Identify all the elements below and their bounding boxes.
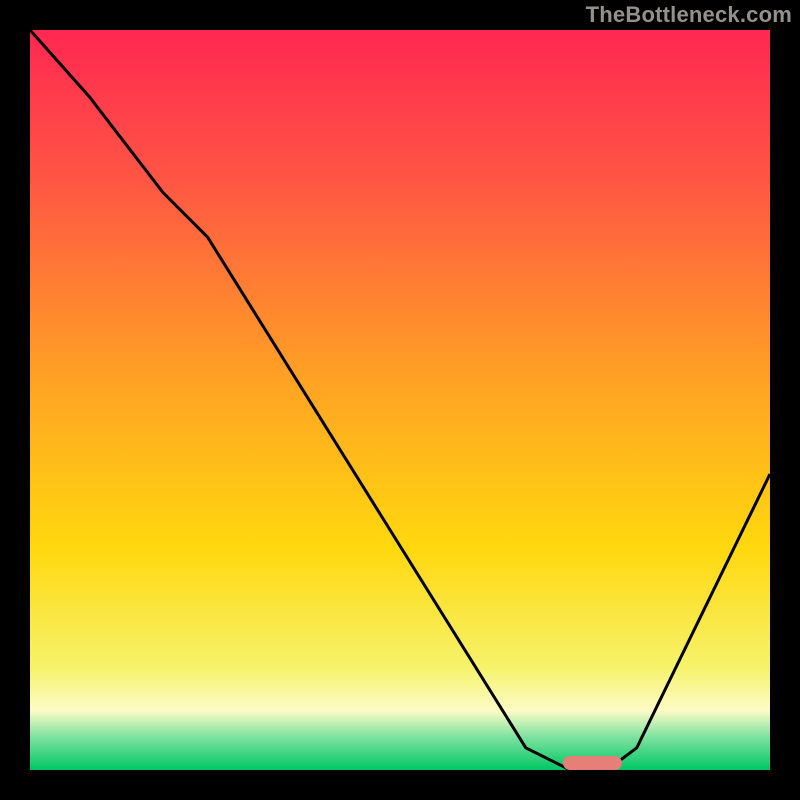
bottleneck-curve bbox=[30, 30, 770, 770]
curve-layer bbox=[30, 30, 770, 770]
chart-frame: TheBottleneck.com bbox=[0, 0, 800, 800]
watermark-text: TheBottleneck.com bbox=[586, 2, 792, 28]
optimal-zone-marker bbox=[563, 756, 622, 770]
plot-area bbox=[30, 30, 770, 770]
